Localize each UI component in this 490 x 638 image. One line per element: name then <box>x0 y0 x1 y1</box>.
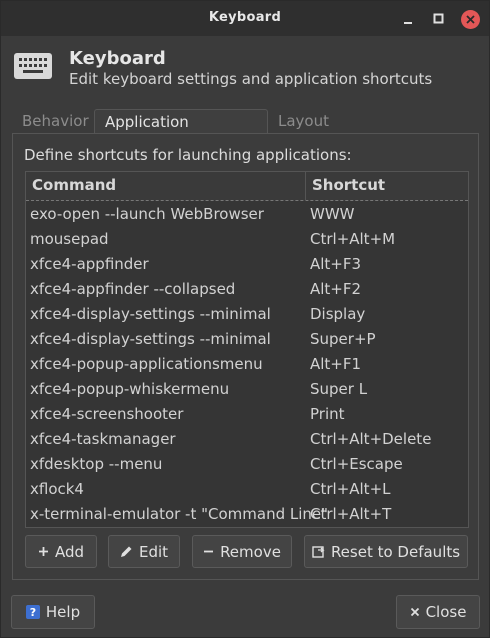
add-button[interactable]: Add <box>25 535 97 568</box>
command-cell: xfce4-display-settings --minimal <box>30 330 271 348</box>
column-divider[interactable] <box>305 172 306 201</box>
close-icon <box>460 9 480 29</box>
edit-button[interactable]: Edit <box>108 535 180 568</box>
close-x-icon <box>410 607 419 617</box>
shortcut-cell: Print <box>310 405 345 423</box>
command-cell: xfce4-appfinder <box>30 255 149 273</box>
help-button[interactable]: ? Help <box>11 595 95 629</box>
table-row[interactable]: mousepad Ctrl+Alt+M <box>26 226 468 251</box>
command-cell: xflock4 <box>30 480 84 498</box>
page-subtitle: Edit keyboard settings and application s… <box>69 70 433 88</box>
command-cell: xfce4-display-settings --minimal <box>30 305 271 323</box>
table-row[interactable]: xflock4 Ctrl+Alt+L <box>26 476 468 501</box>
maximize-button[interactable] <box>429 9 449 29</box>
tab-behavior[interactable]: Behavior <box>12 109 99 134</box>
command-cell: x-terminal-emulator -t "Command Line" <box>30 505 329 523</box>
column-header-command[interactable]: Command <box>32 176 116 194</box>
maximize-icon <box>433 13 444 24</box>
close-button[interactable]: Close <box>396 595 480 629</box>
remove-button-label: Remove <box>220 542 281 561</box>
shortcut-cell: Ctrl+Alt+T <box>310 505 392 523</box>
shortcut-cell: Alt+F1 <box>310 355 362 373</box>
command-cell: exo-open --launch WebBrowser <box>30 205 264 223</box>
command-cell: xfce4-taskmanager <box>30 430 176 448</box>
shortcut-cell: Super L <box>310 380 368 398</box>
close-button-label: Close <box>425 603 467 621</box>
dialog-header: Keyboard Edit keyboard settings and appl… <box>1 36 489 98</box>
minus-icon <box>204 550 214 553</box>
remove-button[interactable]: Remove <box>192 535 292 568</box>
table-row[interactable]: xfce4-appfinder Alt+F3 <box>26 251 468 276</box>
shortcut-cell: Ctrl+Escape <box>310 455 403 473</box>
edit-button-label: Edit <box>138 542 169 561</box>
command-cell: xfce4-popup-applicationsmenu <box>30 355 263 373</box>
keyboard-settings-window: Keyboard Keyboard Edit keyboard settings… <box>0 0 490 638</box>
table-row[interactable]: xfdesktop --menu Ctrl+Escape <box>26 451 468 476</box>
minimize-icon <box>404 22 412 24</box>
add-button-label: Add <box>54 542 85 561</box>
page-title: Keyboard <box>69 48 166 69</box>
column-header-shortcut[interactable]: Shortcut <box>312 176 385 194</box>
table-row[interactable]: xfce4-display-settings --minimal Super+P <box>26 326 468 351</box>
table-rows: exo-open --launch WebBrowser WWW mousepad… <box>26 201 468 526</box>
close-window-button[interactable] <box>460 9 480 29</box>
panel-description: Define shortcuts for launching applicati… <box>24 146 352 164</box>
shortcut-cell: WWW <box>310 205 355 223</box>
plus-icon <box>38 547 48 556</box>
table-header: Command Shortcut <box>26 172 468 201</box>
tab-application-shortcuts[interactable]: Application Shortcuts <box>94 109 268 149</box>
reset-icon <box>312 546 325 558</box>
tab-layout[interactable]: Layout <box>268 109 339 134</box>
shortcuts-table[interactable]: Command Shortcut exo-open --launch WebBr… <box>25 171 469 528</box>
shortcut-cell: Super+P <box>310 330 376 348</box>
shortcut-cell: Ctrl+Alt+L <box>310 480 391 498</box>
help-button-label: Help <box>45 603 81 621</box>
shortcut-cell: Display <box>310 305 366 323</box>
shortcut-cell: Alt+F3 <box>310 255 362 273</box>
reset-to-defaults-button[interactable]: Reset to Defaults <box>304 535 468 568</box>
table-row[interactable]: x-terminal-emulator -t "Command Line" Ctr… <box>26 501 468 526</box>
command-cell: xfdesktop --menu <box>30 455 163 473</box>
pencil-icon <box>120 546 132 557</box>
table-row[interactable]: xfce4-appfinder --collapsed Alt+F2 <box>26 276 468 301</box>
title-bar[interactable]: Keyboard <box>1 1 489 36</box>
table-row[interactable]: xfce4-screenshooter Print <box>26 401 468 426</box>
command-cell: xfce4-screenshooter <box>30 405 184 423</box>
help-icon: ? <box>25 605 40 619</box>
command-cell: xfce4-popup-whiskermenu <box>30 380 230 398</box>
keyboard-icon <box>13 51 53 85</box>
command-cell: mousepad <box>30 230 109 248</box>
shortcut-cell: Ctrl+Alt+Delete <box>310 430 432 448</box>
table-row[interactable]: xfce4-popup-whiskermenu Super L <box>26 376 468 401</box>
command-cell: xfce4-appfinder --collapsed <box>30 280 236 298</box>
table-row[interactable]: xfce4-display-settings --minimal Display <box>26 301 468 326</box>
shortcut-cell: Ctrl+Alt+M <box>310 230 396 248</box>
shortcut-cell: Alt+F2 <box>310 280 362 298</box>
table-row[interactable]: xfce4-taskmanager Ctrl+Alt+Delete <box>26 426 468 451</box>
minimize-button[interactable] <box>398 9 418 29</box>
reset-button-label: Reset to Defaults <box>330 542 461 561</box>
shortcuts-panel: Define shortcuts for launching applicati… <box>12 133 479 580</box>
table-row[interactable]: xfce4-popup-applicationsmenu Alt+F1 <box>26 351 468 376</box>
table-row[interactable]: exo-open --launch WebBrowser WWW <box>26 201 468 226</box>
